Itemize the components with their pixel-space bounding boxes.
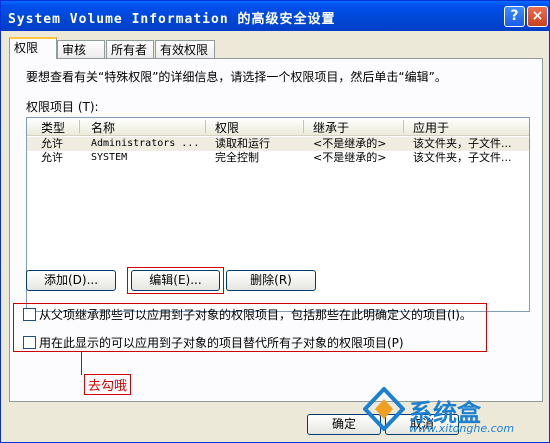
inherit-checkbox[interactable] xyxy=(23,308,36,321)
add-button[interactable]: 添加(D)... xyxy=(26,270,116,291)
tab-permissions[interactable]: 权限 xyxy=(9,37,57,59)
title-bar[interactable]: System Volume Information 的高级安全设置 ? × xyxy=(1,1,549,31)
list-header: 类型 名称 权限 继承于 应用于 xyxy=(27,118,529,136)
watermark-logo-icon xyxy=(363,387,405,431)
replace-child-permissions-label[interactable]: 用在此显示的可以应用到子对象的项目替代所有子对象的权限项目(P) xyxy=(39,334,404,351)
cell-name: SYSTEM xyxy=(91,152,128,163)
cell-apply-to: 该文件夹，子文件... xyxy=(413,137,512,150)
remove-button[interactable]: 删除(R) xyxy=(226,270,316,291)
column-header-type[interactable]: 类型 xyxy=(41,119,65,136)
tab-auditing[interactable]: 审核 xyxy=(57,40,105,58)
annotation-pointer xyxy=(81,351,82,375)
cell-type: 允许 xyxy=(41,137,63,150)
cell-inherited-from: <不是继承的> xyxy=(313,137,387,150)
cell-inherited-from: <不是继承的> xyxy=(313,151,387,164)
description-text: 要想查看有关“特殊权限”的详细信息，请选择一个权限项目，然后单击“编辑”。 xyxy=(26,70,447,84)
edit-button[interactable]: 编辑(E)... xyxy=(131,270,220,291)
table-row[interactable]: 允许 SYSTEM 完全控制 <不是继承的> 该文件夹，子文件... xyxy=(27,151,529,165)
watermark-url: www.xitonghe.com xyxy=(409,422,515,435)
close-button[interactable]: × xyxy=(527,6,548,27)
column-header-inherited-from[interactable]: 继承于 xyxy=(313,119,349,136)
permission-list-label: 权限项目 (T): xyxy=(26,100,99,114)
annotation-note: 去勾哦 xyxy=(84,374,132,395)
table-row[interactable]: 允许 Administrators ... 读取和运行 <不是继承的> 该文件夹… xyxy=(27,137,529,151)
column-header-permission[interactable]: 权限 xyxy=(215,119,239,136)
cell-apply-to: 该文件夹，子文件... xyxy=(413,151,512,164)
tab-owner[interactable]: 所有者 xyxy=(106,40,154,58)
tab-effective-permissions[interactable]: 有效权限 xyxy=(155,40,215,58)
column-header-name[interactable]: 名称 xyxy=(91,119,115,136)
column-header-apply-to[interactable]: 应用于 xyxy=(413,119,449,136)
replace-child-permissions-checkbox[interactable] xyxy=(23,336,36,349)
security-settings-window: System Volume Information 的高级安全设置 ? × 权限… xyxy=(0,0,550,443)
window-title: System Volume Information 的高级安全设置 xyxy=(8,12,336,27)
cell-permission: 完全控制 xyxy=(215,151,259,164)
inherit-checkbox-label[interactable]: 从父项继承那些可以应用到子对象的权限项目，包括那些在此明确定义的项目(I)。 xyxy=(39,306,472,323)
cell-permission: 读取和运行 xyxy=(215,137,270,150)
help-button[interactable]: ? xyxy=(504,6,525,27)
cell-name: Administrators ... xyxy=(91,138,200,149)
cell-type: 允许 xyxy=(41,151,63,164)
